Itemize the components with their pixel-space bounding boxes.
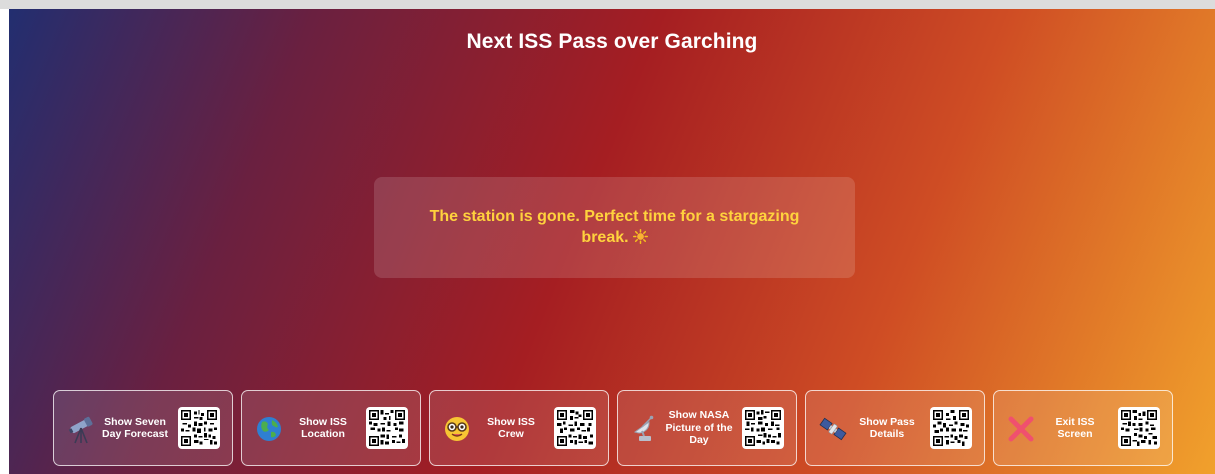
action-label: Show ISS Crew [487,415,535,441]
show-nasa-picture-of-the-day-button[interactable]: Show NASA Picture of the Day [617,390,797,466]
action-label: Show Pass Details [859,415,915,441]
qr-code[interactable] [1118,407,1160,449]
status-message: The station is gone. Perfect time for a … [429,207,800,246]
cross-mark-icon [1006,413,1036,445]
action-label: Exit ISS Screen [1055,415,1095,441]
qr-code[interactable] [554,407,596,449]
action-label: Show Seven Day Forecast [102,415,168,441]
action-label: Show NASA Picture of the Day [665,409,733,447]
action-label: Show ISS Location [299,415,347,441]
show-seven-day-forecast-button[interactable]: Show Seven Day Forecast [53,390,233,466]
message-box: The station is gone. Perfect time for a … [374,177,855,278]
nerd-face-icon [442,413,472,445]
show-iss-crew-button[interactable]: Show ISS Crew [429,390,609,466]
show-pass-details-button[interactable]: Show Pass Details [805,390,985,466]
exit-iss-screen-button[interactable]: Exit ISS Screen [993,390,1173,466]
globe-icon [254,413,284,445]
show-iss-location-button[interactable]: Show ISS Location [241,390,421,466]
telescope-icon [66,413,96,445]
message-container: The station is gone. Perfect time for a … [415,206,815,250]
satellite-antenna-icon [630,413,660,445]
satellite-icon [818,413,848,445]
iss-screen: Next ISS Pass over Garching The station … [9,9,1215,474]
qr-code[interactable] [930,407,972,449]
page-title: Next ISS Pass over Garching [466,30,758,53]
qr-code[interactable] [178,407,220,449]
qr-code[interactable] [366,407,408,449]
qr-code[interactable] [742,407,784,449]
browser-top-bar [0,0,1215,9]
sun-icon [632,228,648,250]
